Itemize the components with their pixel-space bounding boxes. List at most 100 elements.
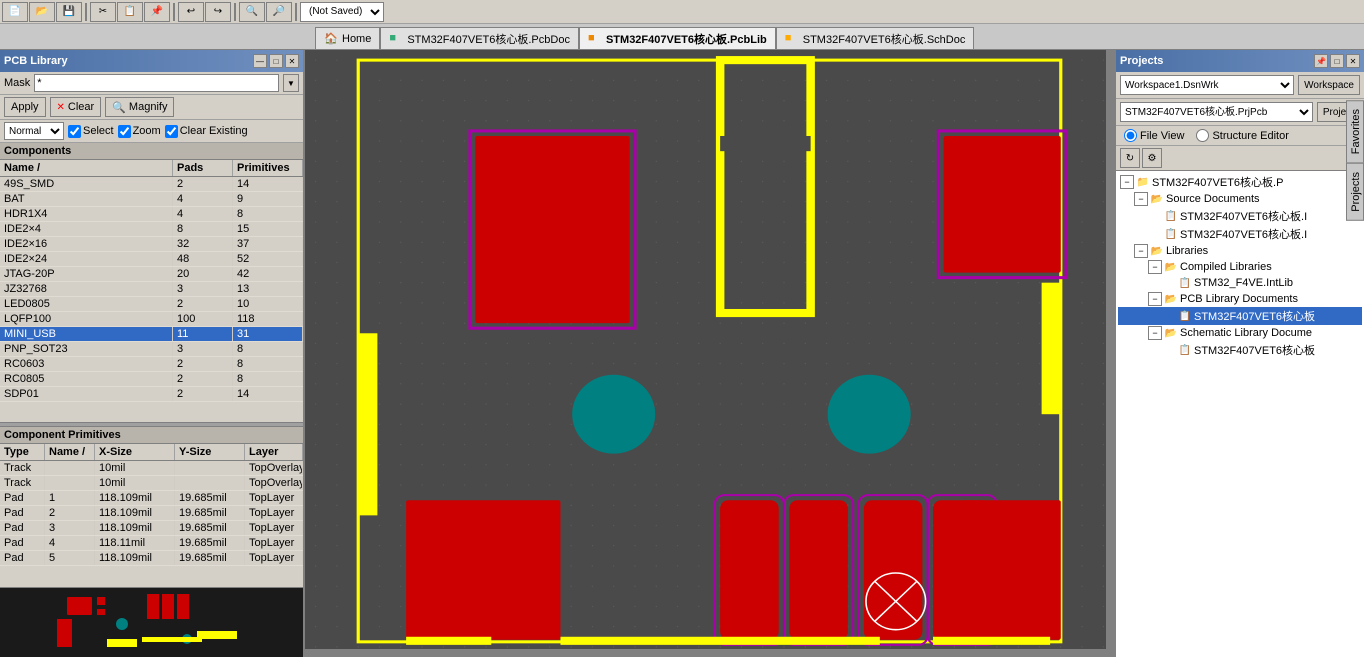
apply-button[interactable]: Apply [4,97,46,117]
paste-button[interactable]: 📌 [144,2,170,22]
right-toolbar: ↻ ⚙ [1116,146,1364,171]
list-item[interactable]: Pad 4 118.11mil 19.685mil TopLayer [0,536,303,551]
right-panel-pin-button[interactable]: 📌 [1314,54,1328,68]
tree-item[interactable]: −📂Libraries [1118,243,1362,259]
tab-pcbdoc[interactable]: ■ STM32F407VET6核心板.PcbDoc [380,27,579,49]
list-item[interactable]: Pad 3 118.109mil 19.685mil TopLayer [0,521,303,536]
tree-item[interactable]: 📋STM32F407VET6核心板.I [1118,207,1362,225]
tree-item[interactable]: 📋STM32F407VET6核心板.I [1118,225,1362,243]
tab-pcblib[interactable]: ■ STM32F407VET6核心板.PcbLib [579,27,776,49]
normal-select[interactable]: Normal [4,122,64,140]
canvas-scrollbar-v[interactable] [1106,50,1114,649]
table-row[interactable]: LQFP100 100 118 [0,312,303,327]
prim-col-xsize[interactable]: X-Size [95,444,175,460]
redo-button[interactable]: ↪ [205,2,231,22]
zoom-out-button[interactable]: 🔎 [266,2,292,22]
new-button[interactable]: 📄 [2,2,28,22]
prim-col-layer[interactable]: Layer [245,444,303,460]
tree-toggle[interactable]: − [1148,292,1162,306]
prim-col-name[interactable]: Name / [45,444,95,460]
panel-close-button[interactable]: ✕ [285,54,299,68]
clear-button[interactable]: ✕ Clear [50,97,102,117]
undo-button[interactable]: ↩ [178,2,204,22]
table-row[interactable]: RC0603 2 8 [0,357,303,372]
prim-col-ysize[interactable]: Y-Size [175,444,245,460]
tree-toggle[interactable]: − [1148,260,1162,274]
open-button[interactable]: 📂 [29,2,55,22]
comp-pads: 32 [173,237,233,251]
tree-item[interactable]: 📋STM32_F4VE.IntLib [1118,275,1362,291]
table-row[interactable]: MINI_USB 11 31 [0,327,303,342]
refresh-button[interactable]: ↻ [1120,148,1140,168]
table-row[interactable]: IDE2×4 8 15 [0,222,303,237]
table-row[interactable]: IDE2×16 32 37 [0,237,303,252]
comp-name: JZ32768 [0,282,173,296]
file-selector[interactable]: (Not Saved) [300,2,384,22]
save-button[interactable]: 💾 [56,2,82,22]
list-item[interactable]: Pad 5 118.109mil 19.685mil TopLayer [0,551,303,566]
clear-existing-checkbox[interactable] [165,125,178,138]
table-row[interactable]: HDR1X4 4 8 [0,207,303,222]
options-row: Normal Select Zoom Clear Existing [0,120,303,143]
col-pads[interactable]: Pads [173,160,233,176]
table-row[interactable]: BAT 4 9 [0,192,303,207]
project-dropdown[interactable]: STM32F407VET6核心板.PrjPcb [1120,102,1313,122]
table-row[interactable]: PNP_SOT23 3 8 [0,342,303,357]
list-item[interactable]: Track 10mil TopOverlay [0,461,303,476]
clear-icon-x: ✕ [57,102,65,113]
table-row[interactable]: LED0805 2 10 [0,297,303,312]
zoom-in-button[interactable]: 🔍 [239,2,265,22]
clear-existing-checkbox-label[interactable]: Clear Existing [165,125,248,138]
structure-editor-radio-label[interactable]: Structure Editor [1196,129,1288,142]
table-row[interactable]: RC0805 2 8 [0,372,303,387]
panel-minimize-button[interactable]: — [253,54,267,68]
panel-float-button[interactable]: □ [269,54,283,68]
right-panel-float-button[interactable]: □ [1330,54,1344,68]
list-item[interactable]: Pad 2 118.109mil 19.685mil TopLayer [0,506,303,521]
table-row[interactable]: JZ32768 3 13 [0,282,303,297]
structure-editor-radio[interactable] [1196,129,1209,142]
tree-item[interactable]: −📂Schematic Library Docume [1118,325,1362,341]
col-primitives[interactable]: Primitives [233,160,303,176]
list-item[interactable]: Track 10mil TopOverlay [0,476,303,491]
list-item[interactable]: Pad 1 118.109mil 19.685mil TopLayer [0,491,303,506]
col-name[interactable]: Name / [0,160,173,176]
file-view-radio-label[interactable]: File View [1124,129,1184,142]
zoom-checkbox-label[interactable]: Zoom [118,125,161,138]
tree-item[interactable]: −📂Compiled Libraries [1118,259,1362,275]
projects-tab[interactable]: Projects [1346,163,1364,221]
tree-item[interactable]: −📁STM32F407VET6核心板.P [1118,173,1362,191]
tree-toggle[interactable]: − [1148,326,1162,340]
table-row[interactable]: JTAG-20P 20 42 [0,267,303,282]
cut-button[interactable]: ✂ [90,2,116,22]
workspace-button[interactable]: Workspace [1298,75,1360,95]
tree-toggle[interactable]: − [1134,192,1148,206]
mask-dropdown-button[interactable]: ▼ [283,74,299,92]
table-row[interactable]: SDP01 2 14 [0,387,303,402]
select-checkbox-label[interactable]: Select [68,125,114,138]
magnify-button[interactable]: 🔍 Magnify [105,97,174,117]
mask-input[interactable] [34,74,279,92]
right-panel-close-button[interactable]: ✕ [1346,54,1360,68]
tree-toggle[interactable]: − [1120,175,1134,189]
tab-schdoc[interactable]: ■ STM32F407VET6核心板.SchDoc [776,27,975,49]
prim-col-type[interactable]: Type [0,444,45,460]
favorites-tab[interactable]: Favorites [1346,100,1364,163]
panel-title: PCB Library [4,55,68,67]
table-row[interactable]: IDE2×24 48 52 [0,252,303,267]
copy-button[interactable]: 📋 [117,2,143,22]
tree-item[interactable]: −📂PCB Library Documents [1118,291,1362,307]
tree-item[interactable]: 📋STM32F407VET6核心板 [1118,341,1362,359]
zoom-checkbox[interactable] [118,125,131,138]
canvas-scrollbar-h[interactable] [305,649,1114,657]
settings-button[interactable]: ⚙ [1142,148,1162,168]
prim-type: Pad [0,536,45,550]
tree-item[interactable]: 📋STM32F407VET6核心板 [1118,307,1362,325]
workspace-dropdown[interactable]: Workspace1.DsnWrk [1120,75,1294,95]
tab-home[interactable]: 🏠 Home [315,27,380,49]
tree-item[interactable]: −📂Source Documents [1118,191,1362,207]
select-checkbox[interactable] [68,125,81,138]
tree-toggle[interactable]: − [1134,244,1148,258]
file-view-radio[interactable] [1124,129,1137,142]
table-row[interactable]: 49S_SMD 2 14 [0,177,303,192]
